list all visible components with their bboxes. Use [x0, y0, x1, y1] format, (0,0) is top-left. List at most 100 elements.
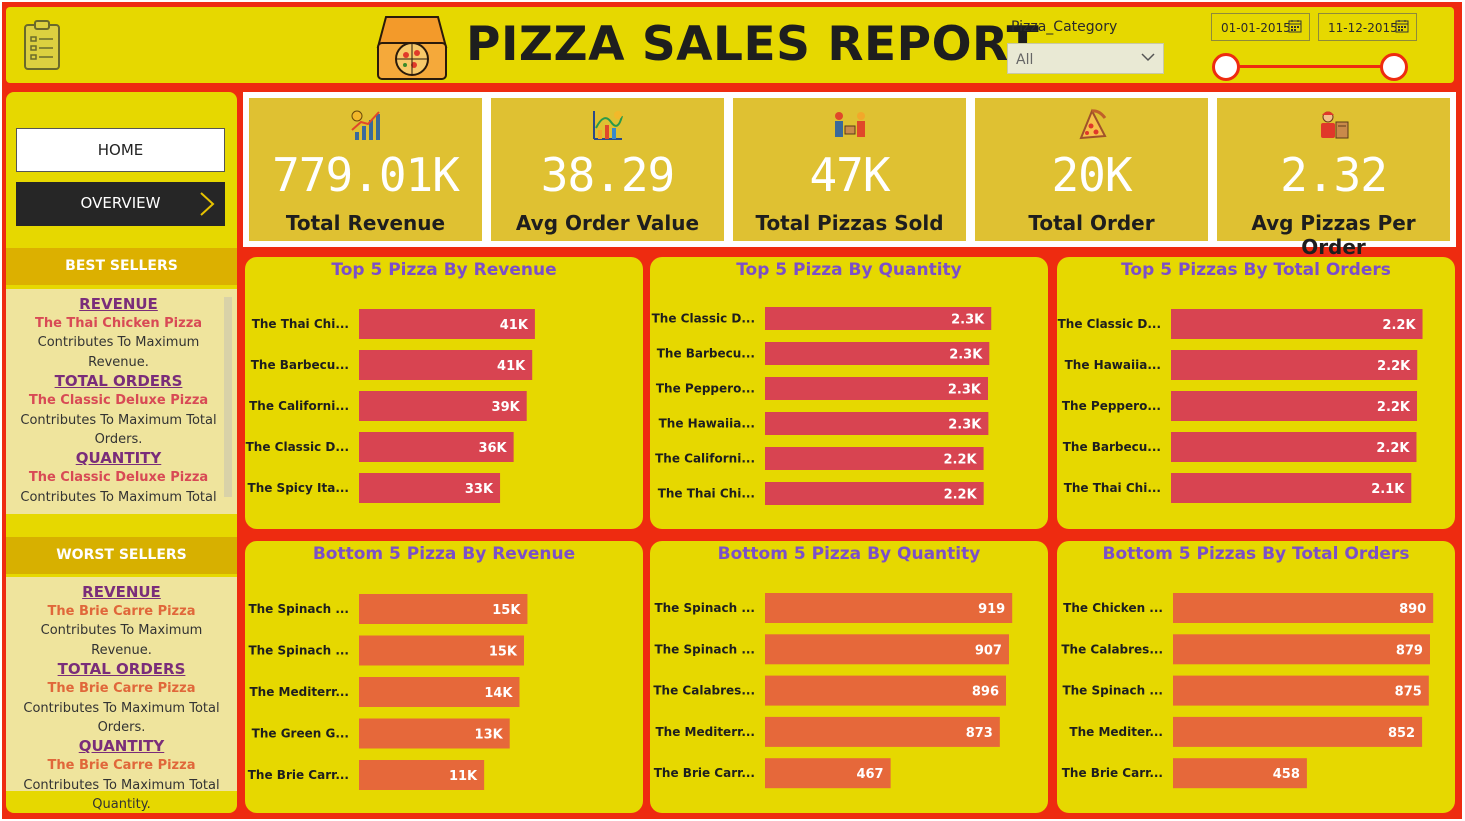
calendar-icon[interactable]	[1395, 19, 1409, 33]
overview-button[interactable]: OVERVIEW	[16, 182, 225, 226]
bar-group[interactable]: The Barbecu... 2.2K	[1063, 432, 1417, 462]
data-label: 33K	[465, 482, 494, 497]
bar-group[interactable]: The Mediterr... 873	[655, 716, 1000, 747]
date-range-end-handle[interactable]	[1380, 53, 1408, 81]
date-end-value: 11-12-2015	[1328, 21, 1398, 35]
worst-sellers-heading: WORST SELLERS	[6, 537, 237, 574]
category-label: The Mediter...	[1069, 725, 1163, 739]
bar-group[interactable]: The Mediter... 852	[1069, 716, 1423, 747]
chart-top-revenue: Top 5 Pizza By Revenue The Thai Chi... 41…	[245, 257, 643, 529]
category-label: The Spinach ...	[248, 644, 349, 658]
chart-bottom-orders-plot: The Chicken ... 890 The Calabres... 879 The …	[1061, 593, 1434, 789]
date-start-input[interactable]: 01-01-2015	[1211, 13, 1310, 41]
bar-group[interactable]: The Peppero... 2.2K	[1062, 391, 1418, 421]
data-label: 2.1K	[1371, 482, 1405, 497]
kpi-value: 47K	[809, 148, 890, 202]
bar-group[interactable]: The Spinach ... 15K	[248, 594, 528, 624]
bar-group[interactable]: The Spinach ... 919	[654, 593, 1013, 623]
chart-bottom-orders: Bottom 5 Pizzas By Total Orders The Chic…	[1057, 541, 1455, 813]
data-label: 890	[1399, 602, 1426, 617]
worst-quantity-text: Contributes To Maximum Total Quantity.	[23, 777, 220, 813]
worst-quantity-pizza: The Brie Carre Pizza	[47, 758, 196, 774]
data-label: 873	[966, 726, 993, 741]
bar-group[interactable]: The Peppero... 2.3K	[656, 377, 989, 400]
category-label: The Thai Chi...	[658, 487, 755, 501]
category-label: The Classic D...	[652, 312, 755, 326]
kpi-card-avg-order-value: 38.29 Avg Order Value	[491, 98, 724, 241]
bar-group[interactable]: The Chicken ... 890	[1063, 593, 1434, 623]
best-quantity-pizza: The Classic Deluxe Pizza	[28, 470, 209, 486]
bar[interactable]	[765, 675, 1007, 706]
calendar-icon[interactable]	[1288, 19, 1302, 33]
bar-group[interactable]: The Californi... 2.2K	[655, 447, 984, 470]
bar-group[interactable]: The Barbecu... 2.3K	[657, 342, 990, 365]
bar-group[interactable]: The Spicy Ita... 33K	[248, 473, 501, 503]
clipboard-icon[interactable]	[22, 19, 62, 71]
date-range-track[interactable]	[1224, 65, 1394, 68]
category-label: The Chicken ...	[1063, 601, 1163, 615]
category-label: The Peppero...	[656, 382, 755, 396]
page-title: PIZZA SALES REPORT	[466, 17, 1040, 72]
bar[interactable]	[1173, 716, 1423, 747]
pizza-slice-icon	[1078, 108, 1107, 140]
data-label: 896	[972, 685, 999, 700]
bar-group[interactable]: The Brie Carr... 467	[654, 758, 891, 789]
bar-group[interactable]: The Barbecu... 41K	[251, 350, 533, 380]
bar-group[interactable]: The Brie Carr... 458	[1062, 758, 1307, 789]
best-orders-heading: TOTAL ORDERS	[54, 372, 183, 391]
bar[interactable]	[765, 593, 1013, 623]
bar-group[interactable]: The Brie Carr... 11K	[248, 760, 485, 790]
data-label: 11K	[449, 769, 478, 784]
bar[interactable]	[1173, 634, 1430, 665]
bar-group[interactable]: The Classic D... 36K	[246, 432, 514, 462]
worst-orders-heading: TOTAL ORDERS	[57, 660, 186, 679]
bar-group[interactable]: The Hawaiia... 2.3K	[659, 412, 989, 435]
bar[interactable]	[1173, 593, 1434, 623]
bar-group[interactable]: The Mediterr... 14K	[249, 677, 520, 707]
bar-group[interactable]: The Spinach ... 907	[654, 634, 1009, 665]
bar-group[interactable]: The Thai Chi... 2.2K	[658, 482, 984, 505]
bar-group[interactable]: The Classic D... 2.3K	[652, 307, 992, 330]
bar-group[interactable]: The Thai Chi... 2.1K	[1064, 473, 1412, 503]
worst-quantity-heading: QUANTITY	[78, 737, 165, 756]
category-label: The Thai Chi...	[252, 317, 349, 331]
category-label: The Brie Carr...	[1062, 766, 1163, 780]
bar[interactable]	[765, 634, 1009, 665]
bar-group[interactable]: The Spinach ... 15K	[248, 635, 524, 666]
worst-revenue-heading: REVENUE	[82, 583, 161, 601]
category-label: The Barbecu...	[1063, 440, 1161, 454]
category-label: The Californi...	[655, 452, 755, 466]
category-label: The Peppero...	[1062, 399, 1161, 413]
home-button[interactable]: HOME	[16, 128, 225, 172]
date-end-input[interactable]: 11-12-2015	[1318, 13, 1417, 41]
bar-group[interactable]: The Green G... 13K	[252, 718, 510, 749]
kpi-label: Avg Pizzas Per Order	[1251, 211, 1416, 259]
pizza-category-dropdown[interactable]: All	[1007, 43, 1164, 74]
bar-group[interactable]: The Californi... 39K	[249, 391, 527, 421]
kpi-label: Total Revenue	[285, 211, 446, 235]
chart-top-quantity-plot: The Classic D... 2.3K The Barbecu... 2.3K Th…	[652, 307, 992, 505]
bar-group[interactable]: The Hawaiia... 2.2K	[1065, 350, 1418, 380]
bar-group[interactable]: The Classic D... 2.2K	[1058, 309, 1423, 339]
best-sellers-scrollbar[interactable]	[224, 297, 232, 497]
data-label: 39K	[492, 400, 521, 415]
bar-group[interactable]: The Calabres... 879	[1061, 634, 1430, 665]
bar[interactable]	[1173, 675, 1429, 706]
chart-bottom-quantity: Bottom 5 Pizza By Quantity The Spinach .…	[650, 541, 1048, 813]
category-label: The Hawaiia...	[1065, 358, 1161, 372]
category-label: The Spinach ...	[1062, 684, 1163, 698]
best-sellers-panel: REVENUE The Thai Chicken Pizza Contribute…	[6, 289, 237, 514]
category-label: The Brie Carr...	[654, 766, 755, 780]
data-label: 2.3K	[951, 313, 985, 328]
date-range-start-handle[interactable]	[1212, 53, 1240, 81]
category-label: The Spinach ...	[654, 642, 755, 656]
best-revenue-heading: REVENUE	[79, 295, 158, 313]
data-label: 879	[1396, 643, 1423, 658]
chevron-down-icon	[1141, 53, 1155, 62]
bar-group[interactable]: The Spinach ... 875	[1062, 675, 1429, 706]
bar[interactable]	[765, 716, 1000, 747]
chart-top-orders-plot: The Classic D... 2.2KThe Hawaiia... 2.2KTh…	[1058, 309, 1423, 503]
bar-group[interactable]: The Thai Chi... 41K	[252, 309, 535, 339]
bar-group[interactable]: The Calabres... 896	[653, 675, 1007, 706]
category-label: The Spinach ...	[248, 602, 349, 616]
